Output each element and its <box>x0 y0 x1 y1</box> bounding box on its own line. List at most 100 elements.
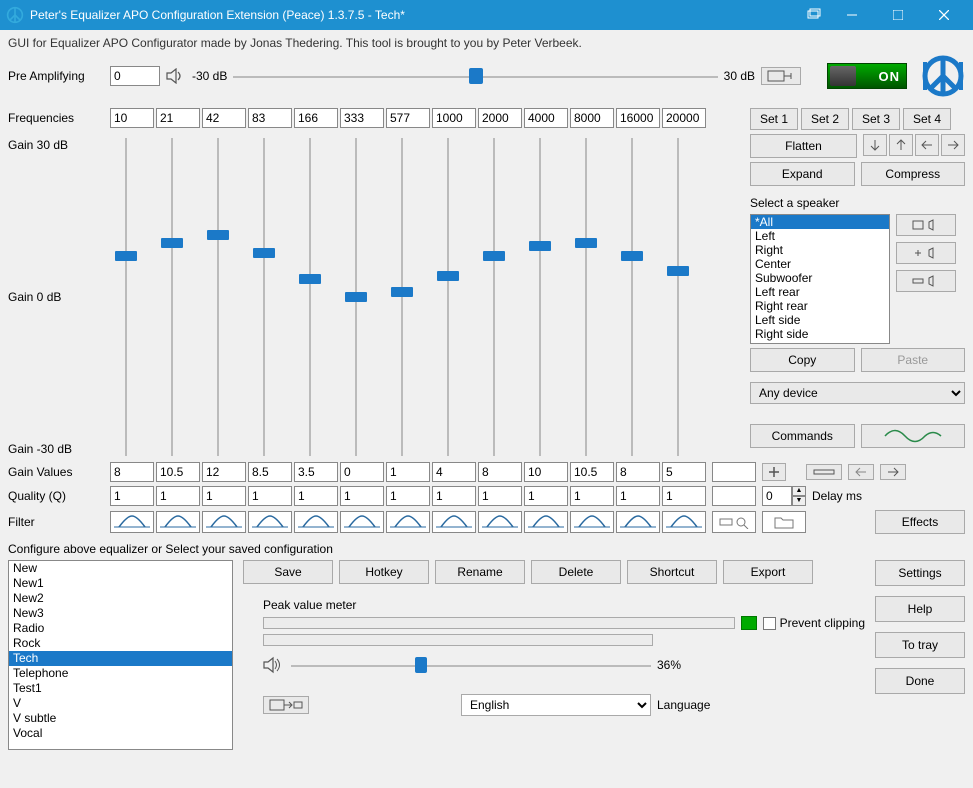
config-item[interactable]: Test1 <box>9 681 232 696</box>
band-sep-button[interactable] <box>806 464 842 480</box>
config-item[interactable]: New <box>9 561 232 576</box>
gain-input-4[interactable] <box>294 462 338 482</box>
filter-type-button-12[interactable] <box>662 511 706 533</box>
language-select[interactable]: English <box>461 694 651 716</box>
export-button[interactable]: Export <box>723 560 813 584</box>
quality-input-8[interactable] <box>478 486 522 506</box>
eq-slider-3[interactable] <box>242 132 286 462</box>
band-left-button[interactable] <box>848 464 874 480</box>
config-item[interactable]: New1 <box>9 576 232 591</box>
config-item[interactable]: Radio <box>9 621 232 636</box>
gain-input-7[interactable] <box>432 462 476 482</box>
quality-input-1[interactable] <box>156 486 200 506</box>
config-item[interactable]: Telephone <box>9 666 232 681</box>
frequency-input-11[interactable] <box>616 108 660 128</box>
help-button[interactable]: Help <box>875 596 965 622</box>
eq-slider-8[interactable] <box>472 132 516 462</box>
extra-q-input[interactable] <box>712 486 756 506</box>
extra-gain-input[interactable] <box>712 462 756 482</box>
gain-input-1[interactable] <box>156 462 200 482</box>
config-item[interactable]: Vocal <box>9 726 232 741</box>
speaker-item[interactable]: Left <box>751 229 889 243</box>
eq-slider-1[interactable] <box>150 132 194 462</box>
filter-type-button-3[interactable] <box>248 511 292 533</box>
frequency-input-6[interactable] <box>386 108 430 128</box>
config-item[interactable]: V subtle <box>9 711 232 726</box>
quality-input-6[interactable] <box>386 486 430 506</box>
shift-down-button[interactable] <box>863 134 887 156</box>
eq-slider-0[interactable] <box>104 132 148 462</box>
filter-type-button-4[interactable] <box>294 511 338 533</box>
speaker-item[interactable]: Left side <box>751 313 889 327</box>
eq-slider-4[interactable] <box>288 132 332 462</box>
effects-button[interactable]: Effects <box>875 510 965 534</box>
preamp-target-button[interactable] <box>761 67 801 85</box>
gain-input-9[interactable] <box>524 462 568 482</box>
eq-slider-12[interactable] <box>656 132 700 462</box>
expand-button[interactable]: Expand <box>750 162 855 186</box>
gain-input-12[interactable] <box>662 462 706 482</box>
speaker-item[interactable]: Right rear <box>751 299 889 313</box>
delay-down-button[interactable]: ▼ <box>792 496 806 506</box>
window-mode-button[interactable] <box>263 696 309 714</box>
quality-input-11[interactable] <box>616 486 660 506</box>
hotkey-button[interactable]: Hotkey <box>339 560 429 584</box>
frequency-input-7[interactable] <box>432 108 476 128</box>
band-right-button[interactable] <box>880 464 906 480</box>
gain-input-8[interactable] <box>478 462 522 482</box>
config-listbox[interactable]: NewNew1New2New3RadioRockTechTelephoneTes… <box>8 560 233 750</box>
config-item[interactable]: V <box>9 696 232 711</box>
mute-icon[interactable] <box>166 68 186 84</box>
filter-type-button-1[interactable] <box>156 511 200 533</box>
rename-button[interactable]: Rename <box>435 560 525 584</box>
filter-folder-button[interactable] <box>762 511 806 533</box>
frequency-input-4[interactable] <box>294 108 338 128</box>
frequency-input-9[interactable] <box>524 108 568 128</box>
quality-input-7[interactable] <box>432 486 476 506</box>
filter-type-button-9[interactable] <box>524 511 568 533</box>
gain-input-6[interactable] <box>386 462 430 482</box>
speaker-opt2-button[interactable] <box>896 242 956 264</box>
eq-slider-5[interactable] <box>334 132 378 462</box>
frequency-input-1[interactable] <box>156 108 200 128</box>
device-select[interactable]: Any device <box>750 382 965 404</box>
config-item[interactable]: Rock <box>9 636 232 651</box>
set-1-button[interactable]: Set 1 <box>750 108 798 130</box>
speaker-opt3-button[interactable] <box>896 270 956 292</box>
add-band-button[interactable] <box>762 463 786 481</box>
speaker-item[interactable]: Center <box>751 257 889 271</box>
paste-button[interactable]: Paste <box>861 348 966 372</box>
gain-input-5[interactable] <box>340 462 384 482</box>
delay-input[interactable] <box>762 486 792 506</box>
gain-input-3[interactable] <box>248 462 292 482</box>
quality-input-4[interactable] <box>294 486 338 506</box>
set-2-button[interactable]: Set 2 <box>801 108 849 130</box>
quality-input-9[interactable] <box>524 486 568 506</box>
speaker-item[interactable]: Left rear <box>751 285 889 299</box>
speaker-item[interactable]: *All <box>751 215 889 229</box>
gain-input-0[interactable] <box>110 462 154 482</box>
config-item[interactable]: New2 <box>9 591 232 606</box>
filter-type-button-5[interactable] <box>340 511 384 533</box>
gain-input-2[interactable] <box>202 462 246 482</box>
frequency-input-0[interactable] <box>110 108 154 128</box>
frequency-input-8[interactable] <box>478 108 522 128</box>
shift-up-button[interactable] <box>889 134 913 156</box>
quality-input-0[interactable] <box>110 486 154 506</box>
eq-slider-9[interactable] <box>518 132 562 462</box>
delay-up-button[interactable]: ▲ <box>792 486 806 496</box>
eq-slider-7[interactable] <box>426 132 470 462</box>
done-button[interactable]: Done <box>875 668 965 694</box>
speaker-item[interactable]: Right side <box>751 327 889 341</box>
filter-type-button-10[interactable] <box>570 511 614 533</box>
quality-input-10[interactable] <box>570 486 614 506</box>
to-tray-button[interactable]: To tray <box>875 632 965 658</box>
shift-left-button[interactable] <box>915 134 939 156</box>
frequency-input-12[interactable] <box>662 108 706 128</box>
filter-type-button-6[interactable] <box>386 511 430 533</box>
eq-slider-10[interactable] <box>564 132 608 462</box>
filter-type-button-0[interactable] <box>110 511 154 533</box>
quality-input-3[interactable] <box>248 486 292 506</box>
volume-slider[interactable] <box>291 656 651 674</box>
frequency-input-2[interactable] <box>202 108 246 128</box>
